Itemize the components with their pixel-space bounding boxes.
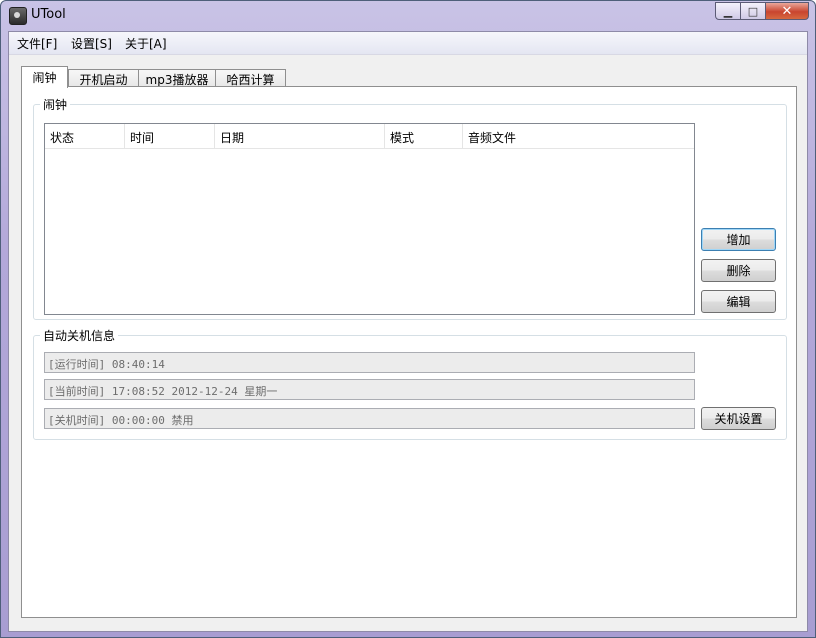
shutdown-time-field: [关机时间] 00:00:00 禁用 — [44, 408, 695, 429]
minimize-icon: ▁ — [723, 4, 733, 18]
alarm-list-header: 状态 时间 日期 模式 音频文件 — [45, 124, 694, 149]
title-bar[interactable]: UTool ▁ □ ✕ — [1, 1, 815, 31]
run-time-field: [运行时间] 08:40:14 — [44, 352, 695, 373]
menu-settings[interactable]: 设置[S] — [71, 35, 112, 52]
tab-panel: 闹钟 状态 时间 日期 模式 音频文件 增加 删除 编辑 自动关机信息 [运行时… — [21, 86, 797, 618]
maximize-button[interactable]: □ — [740, 2, 766, 20]
column-status[interactable]: 状态 — [45, 124, 125, 148]
column-audio-file[interactable]: 音频文件 — [463, 124, 694, 148]
alarm-group-title: 闹钟 — [40, 96, 71, 113]
app-window: UTool ▁ □ ✕ 文件[F] 设置[S] 关于[A] 闹钟 开机启动 mp… — [0, 0, 816, 638]
shutdown-groupbox: 自动关机信息 [运行时间] 08:40:14 [当前时间] 17:08:52 2… — [33, 327, 787, 440]
shutdown-settings-button[interactable]: 关机设置 — [701, 407, 776, 430]
window-title: UTool — [31, 7, 66, 22]
alarm-list[interactable]: 状态 时间 日期 模式 音频文件 — [44, 123, 695, 315]
menu-file[interactable]: 文件[F] — [17, 35, 57, 52]
shutdown-settings-label: 关机设置 — [714, 412, 763, 426]
caption-buttons: ▁ □ ✕ — [715, 2, 809, 20]
column-mode[interactable]: 模式 — [385, 124, 463, 148]
column-time[interactable]: 时间 — [125, 124, 215, 148]
close-icon: ✕ — [781, 3, 793, 19]
menu-bar: 文件[F] 设置[S] 关于[A] — [9, 32, 807, 55]
shutdown-group-title: 自动关机信息 — [40, 327, 119, 344]
delete-alarm-label: 删除 — [726, 264, 751, 278]
add-alarm-label: 增加 — [726, 233, 751, 247]
edit-alarm-button[interactable]: 编辑 — [701, 290, 776, 313]
close-button[interactable]: ✕ — [765, 2, 809, 20]
delete-alarm-button[interactable]: 删除 — [701, 259, 776, 282]
current-time-field: [当前时间] 17:08:52 2012-12-24 星期一 — [44, 379, 695, 400]
edit-alarm-label: 编辑 — [726, 295, 751, 309]
minimize-button[interactable]: ▁ — [715, 2, 741, 20]
app-icon[interactable] — [9, 7, 27, 25]
client-area: 文件[F] 设置[S] 关于[A] 闹钟 开机启动 mp3播放器 哈西计算 闹钟… — [8, 31, 808, 632]
add-alarm-button[interactable]: 增加 — [701, 228, 776, 251]
maximize-icon: □ — [747, 4, 759, 18]
menu-about[interactable]: 关于[A] — [125, 35, 167, 52]
alarm-groupbox: 闹钟 状态 时间 日期 模式 音频文件 增加 删除 编辑 — [33, 96, 787, 320]
tab-alarm[interactable]: 闹钟 — [21, 66, 68, 88]
column-date[interactable]: 日期 — [215, 124, 385, 148]
